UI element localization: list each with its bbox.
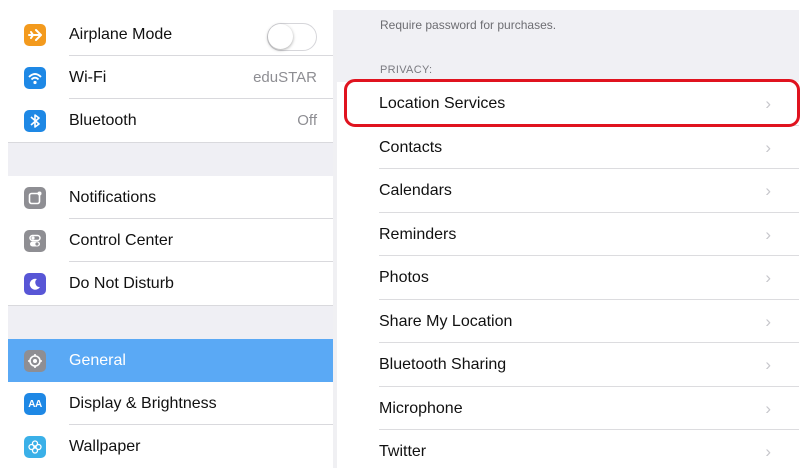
gear-icon (24, 350, 46, 372)
sidebar-item-notifications[interactable]: Notifications (8, 176, 333, 219)
list-item-label: Reminders (379, 225, 457, 243)
moon-icon (24, 273, 46, 295)
chevron-right-icon: › (765, 137, 771, 157)
section-header-privacy: PRIVACY: (380, 64, 433, 76)
airplane-mode-toggle[interactable] (267, 23, 317, 51)
sidebar-item-wallpaper[interactable]: Wallpaper (8, 425, 333, 468)
list-item-label: Photos (379, 269, 429, 286)
list-item-label: Bluetooth Sharing (379, 356, 507, 373)
wifi-network-value: eduSTAR (253, 69, 317, 86)
airplane-icon (24, 24, 46, 46)
control-center-icon (24, 230, 46, 252)
list-item-contacts[interactable]: Contacts › (337, 125, 799, 169)
list-item-share-my-location[interactable]: Share My Location › (337, 299, 799, 343)
chevron-right-icon: › (765, 94, 771, 113)
privacy-list: Location Services › Contacts › Calendars… (337, 82, 799, 474)
wifi-icon (24, 67, 46, 89)
list-item-label: Calendars (379, 182, 452, 199)
wallpaper-icon (24, 436, 46, 458)
chevron-right-icon: › (765, 268, 771, 287)
list-item-calendars[interactable]: Calendars › (337, 169, 799, 213)
list-item-label: Twitter (379, 443, 427, 460)
list-item-reminders[interactable]: Reminders › (337, 212, 799, 256)
sidebar-item-label: Wi-Fi (69, 69, 107, 86)
sidebar-item-label: Wallpaper (69, 438, 141, 455)
list-item-label: Contacts (379, 138, 443, 156)
display-icon: AA (24, 393, 46, 415)
bluetooth-status-value: Off (297, 112, 317, 129)
sidebar-item-label: Notifications (69, 189, 157, 206)
list-item-label: Location Services (379, 95, 506, 112)
settings-screen: Airplane Mode Wi-Fi eduSTAR Bluetooth Of… (0, 0, 806, 474)
sidebar-item-label: Do Not Disturb (69, 275, 174, 292)
chevron-right-icon: › (765, 311, 771, 331)
footnote-text: Require password for purchases. (380, 18, 557, 32)
sidebar-item-label: Bluetooth (69, 112, 137, 129)
sidebar-item-airplane-mode[interactable]: Airplane Mode (8, 13, 333, 56)
sidebar-item-general[interactable]: General (8, 339, 333, 382)
sidebar-item-label: Control Center (69, 232, 174, 249)
chevron-right-icon: › (765, 224, 771, 244)
sidebar-item-control-center[interactable]: Control Center (8, 219, 333, 262)
chevron-right-icon: › (765, 355, 771, 374)
list-item-location-services[interactable]: Location Services › (337, 82, 799, 126)
sidebar-item-wifi[interactable]: Wi-Fi eduSTAR (8, 56, 333, 99)
list-item-microphone[interactable]: Microphone › (337, 386, 799, 430)
notifications-icon (24, 187, 46, 209)
sidebar-item-label: Display & Brightness (69, 395, 217, 412)
section-gap (8, 142, 333, 177)
toggle-knob (268, 24, 293, 49)
privacy-panel: Require password for purchases. PRIVACY:… (337, 10, 799, 474)
list-item-label: Share My Location (379, 312, 513, 330)
list-item-twitter[interactable]: Twitter › (337, 430, 799, 474)
settings-sidebar: Airplane Mode Wi-Fi eduSTAR Bluetooth Of… (8, 10, 333, 468)
sidebar-item-display-brightness[interactable]: AA Display & Brightness (8, 382, 333, 425)
sidebar-item-do-not-disturb[interactable]: Do Not Disturb (8, 262, 333, 305)
sidebar-item-label: Airplane Mode (69, 26, 173, 43)
chevron-right-icon: › (765, 442, 771, 461)
bluetooth-icon (24, 110, 46, 132)
list-item-label: Microphone (379, 399, 463, 417)
section-gap (8, 305, 333, 340)
sidebar-item-bluetooth[interactable]: Bluetooth Off (8, 99, 333, 142)
chevron-right-icon: › (765, 181, 771, 200)
list-item-photos[interactable]: Photos › (337, 256, 799, 300)
sidebar-item-label: General (69, 352, 126, 369)
chevron-right-icon: › (765, 398, 771, 418)
list-item-bluetooth-sharing[interactable]: Bluetooth Sharing › (337, 343, 799, 387)
